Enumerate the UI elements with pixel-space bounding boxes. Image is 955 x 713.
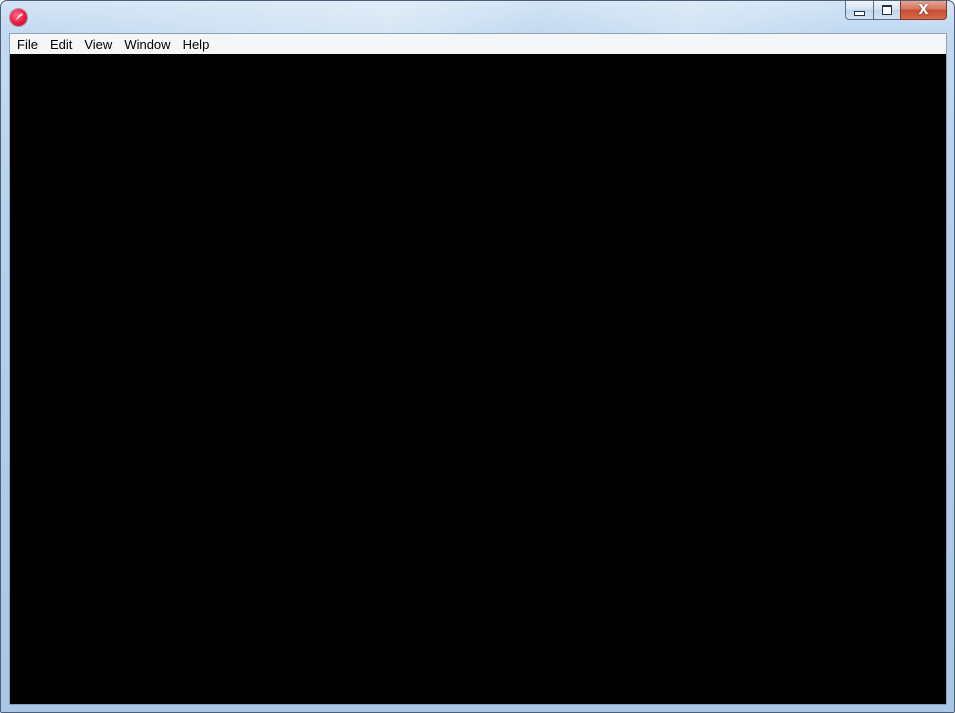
menu-bar: File Edit View Window Help [10, 34, 946, 55]
app-logo-icon[interactable] [10, 9, 27, 26]
menu-help[interactable]: Help [177, 34, 216, 54]
close-icon: X [918, 2, 929, 18]
maximize-icon [882, 5, 892, 15]
minimize-icon [854, 10, 865, 16]
close-button[interactable]: X [900, 1, 947, 20]
maximize-button[interactable] [873, 1, 900, 20]
menu-view[interactable]: View [78, 34, 118, 54]
menu-window[interactable]: Window [118, 34, 176, 54]
title-bar[interactable]: X [1, 1, 954, 32]
client-area: File Edit View Window Help [9, 33, 947, 705]
content-canvas[interactable] [10, 54, 946, 704]
menu-file[interactable]: File [11, 34, 44, 54]
application-window: X File Edit View Window Help [0, 0, 955, 713]
app-logo-glyph [15, 13, 23, 21]
minimize-button[interactable] [845, 1, 873, 20]
menu-edit[interactable]: Edit [44, 34, 78, 54]
window-controls: X [845, 1, 947, 21]
